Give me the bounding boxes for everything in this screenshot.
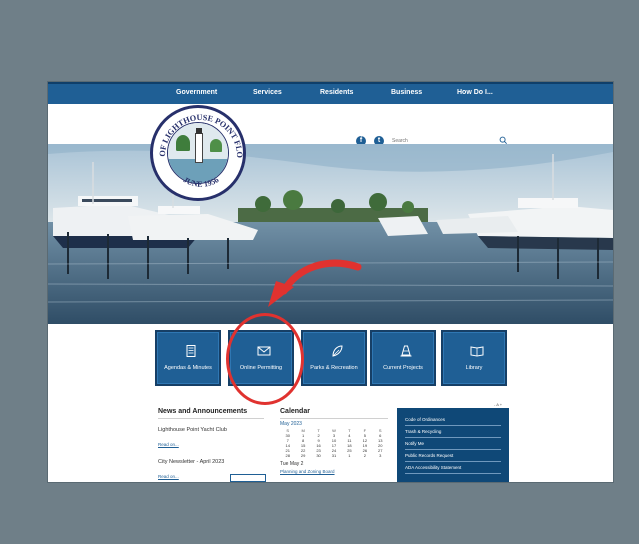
seal-top-text: CITY OF LIGHTHOUSE POINT FLORIDA bbox=[153, 108, 243, 158]
calendar-event-link[interactable]: Planning and Zoning Board bbox=[280, 469, 388, 474]
calendar-day[interactable]: 31 bbox=[326, 453, 341, 458]
tile-label: Library bbox=[465, 365, 483, 371]
news-read-on-link[interactable]: Read on... bbox=[158, 442, 179, 447]
calendar-section: Calendar May 2023 S M T W T F S 30 1 2 3… bbox=[280, 408, 388, 474]
quick-link-code-of-ordinances[interactable]: Code of Ordinances bbox=[405, 414, 501, 426]
calendar-grid: S M T W T F S 30 1 2 3 4 5 6 7 8 9 10 11… bbox=[280, 428, 388, 458]
news-item: Lighthouse Point Yacht Club Read on... bbox=[158, 427, 264, 451]
tile-label: Agendas & Minutes bbox=[164, 365, 212, 371]
nav-how-do-i[interactable]: How Do I... bbox=[457, 89, 493, 96]
tile-label: Parks & Recreation bbox=[310, 365, 358, 371]
quick-link-public-records[interactable]: Public Records Request bbox=[405, 450, 501, 462]
view-all-news-button[interactable] bbox=[230, 474, 266, 482]
nav-business[interactable]: Business bbox=[391, 89, 422, 96]
news-read-on-link[interactable]: Read on... bbox=[158, 474, 179, 479]
calendar-month[interactable]: May 2023 bbox=[280, 421, 388, 427]
site-header: f t bbox=[48, 104, 613, 148]
calendar-day[interactable]: 29 bbox=[295, 453, 310, 458]
browser-screenshot-frame: Government Services Residents Business H… bbox=[48, 82, 613, 482]
calendar-day[interactable]: 2 bbox=[357, 453, 372, 458]
nav-residents[interactable]: Residents bbox=[320, 89, 353, 96]
city-seal-logo[interactable]: CITY OF LIGHTHOUSE POINT FLORIDA JUNE 19… bbox=[150, 105, 246, 201]
tile-label: Current Projects bbox=[383, 365, 423, 371]
traffic-cone-icon bbox=[400, 345, 412, 357]
tile-parks-recreation[interactable]: Parks & Recreation bbox=[301, 330, 367, 386]
seal-bottom-text: JUNE 1956 bbox=[182, 175, 221, 189]
leaf-icon bbox=[332, 345, 343, 357]
svg-text:CITY OF LIGHTHOUSE POINT FLORI: CITY OF LIGHTHOUSE POINT FLORIDA bbox=[153, 108, 244, 158]
svg-text:JUNE 1956: JUNE 1956 bbox=[182, 175, 221, 189]
quick-link-ada-statement[interactable]: ADA Accessibility Statement bbox=[405, 462, 501, 474]
nav-services[interactable]: Services bbox=[253, 89, 282, 96]
tile-agendas-minutes[interactable]: Agendas & Minutes bbox=[155, 330, 221, 386]
calendar-heading: Calendar bbox=[280, 408, 388, 419]
tile-library[interactable]: Library bbox=[441, 330, 507, 386]
tile-current-projects[interactable]: Current Projects bbox=[370, 330, 436, 386]
quick-link-trash-recycling[interactable]: Trash & Recycling bbox=[405, 426, 501, 438]
envelope-icon bbox=[257, 346, 271, 356]
news-heading: News and Announcements bbox=[158, 408, 264, 419]
tile-online-permitting[interactable]: Online Permitting bbox=[228, 330, 294, 386]
calendar-selected-date: Tue May 2 bbox=[280, 461, 304, 467]
quick-links-panel: Code of Ordinances Trash & Recycling Not… bbox=[397, 408, 509, 482]
top-navigation: Government Services Residents Business H… bbox=[48, 82, 613, 104]
hero-marina-image bbox=[48, 144, 613, 324]
news-title[interactable]: City Newsletter - April 2023 bbox=[158, 459, 264, 465]
book-icon bbox=[470, 346, 484, 357]
quick-link-notify-me[interactable]: Notify Me bbox=[405, 438, 501, 450]
calendar-day[interactable]: 1 bbox=[342, 453, 357, 458]
calendar-day[interactable]: 30 bbox=[311, 453, 326, 458]
tile-label: Online Permitting bbox=[239, 365, 283, 371]
font-size-control[interactable]: - A + bbox=[494, 402, 502, 407]
document-icon bbox=[186, 345, 196, 357]
news-title[interactable]: Lighthouse Point Yacht Club bbox=[158, 427, 264, 433]
calendar-day[interactable]: 3 bbox=[373, 453, 388, 458]
nav-government[interactable]: Government bbox=[176, 89, 217, 96]
calendar-day[interactable]: 28 bbox=[280, 453, 295, 458]
news-section: News and Announcements Lighthouse Point … bbox=[158, 408, 266, 482]
seal-ring-text: CITY OF LIGHTHOUSE POINT FLORIDA JUNE 19… bbox=[153, 108, 244, 189]
